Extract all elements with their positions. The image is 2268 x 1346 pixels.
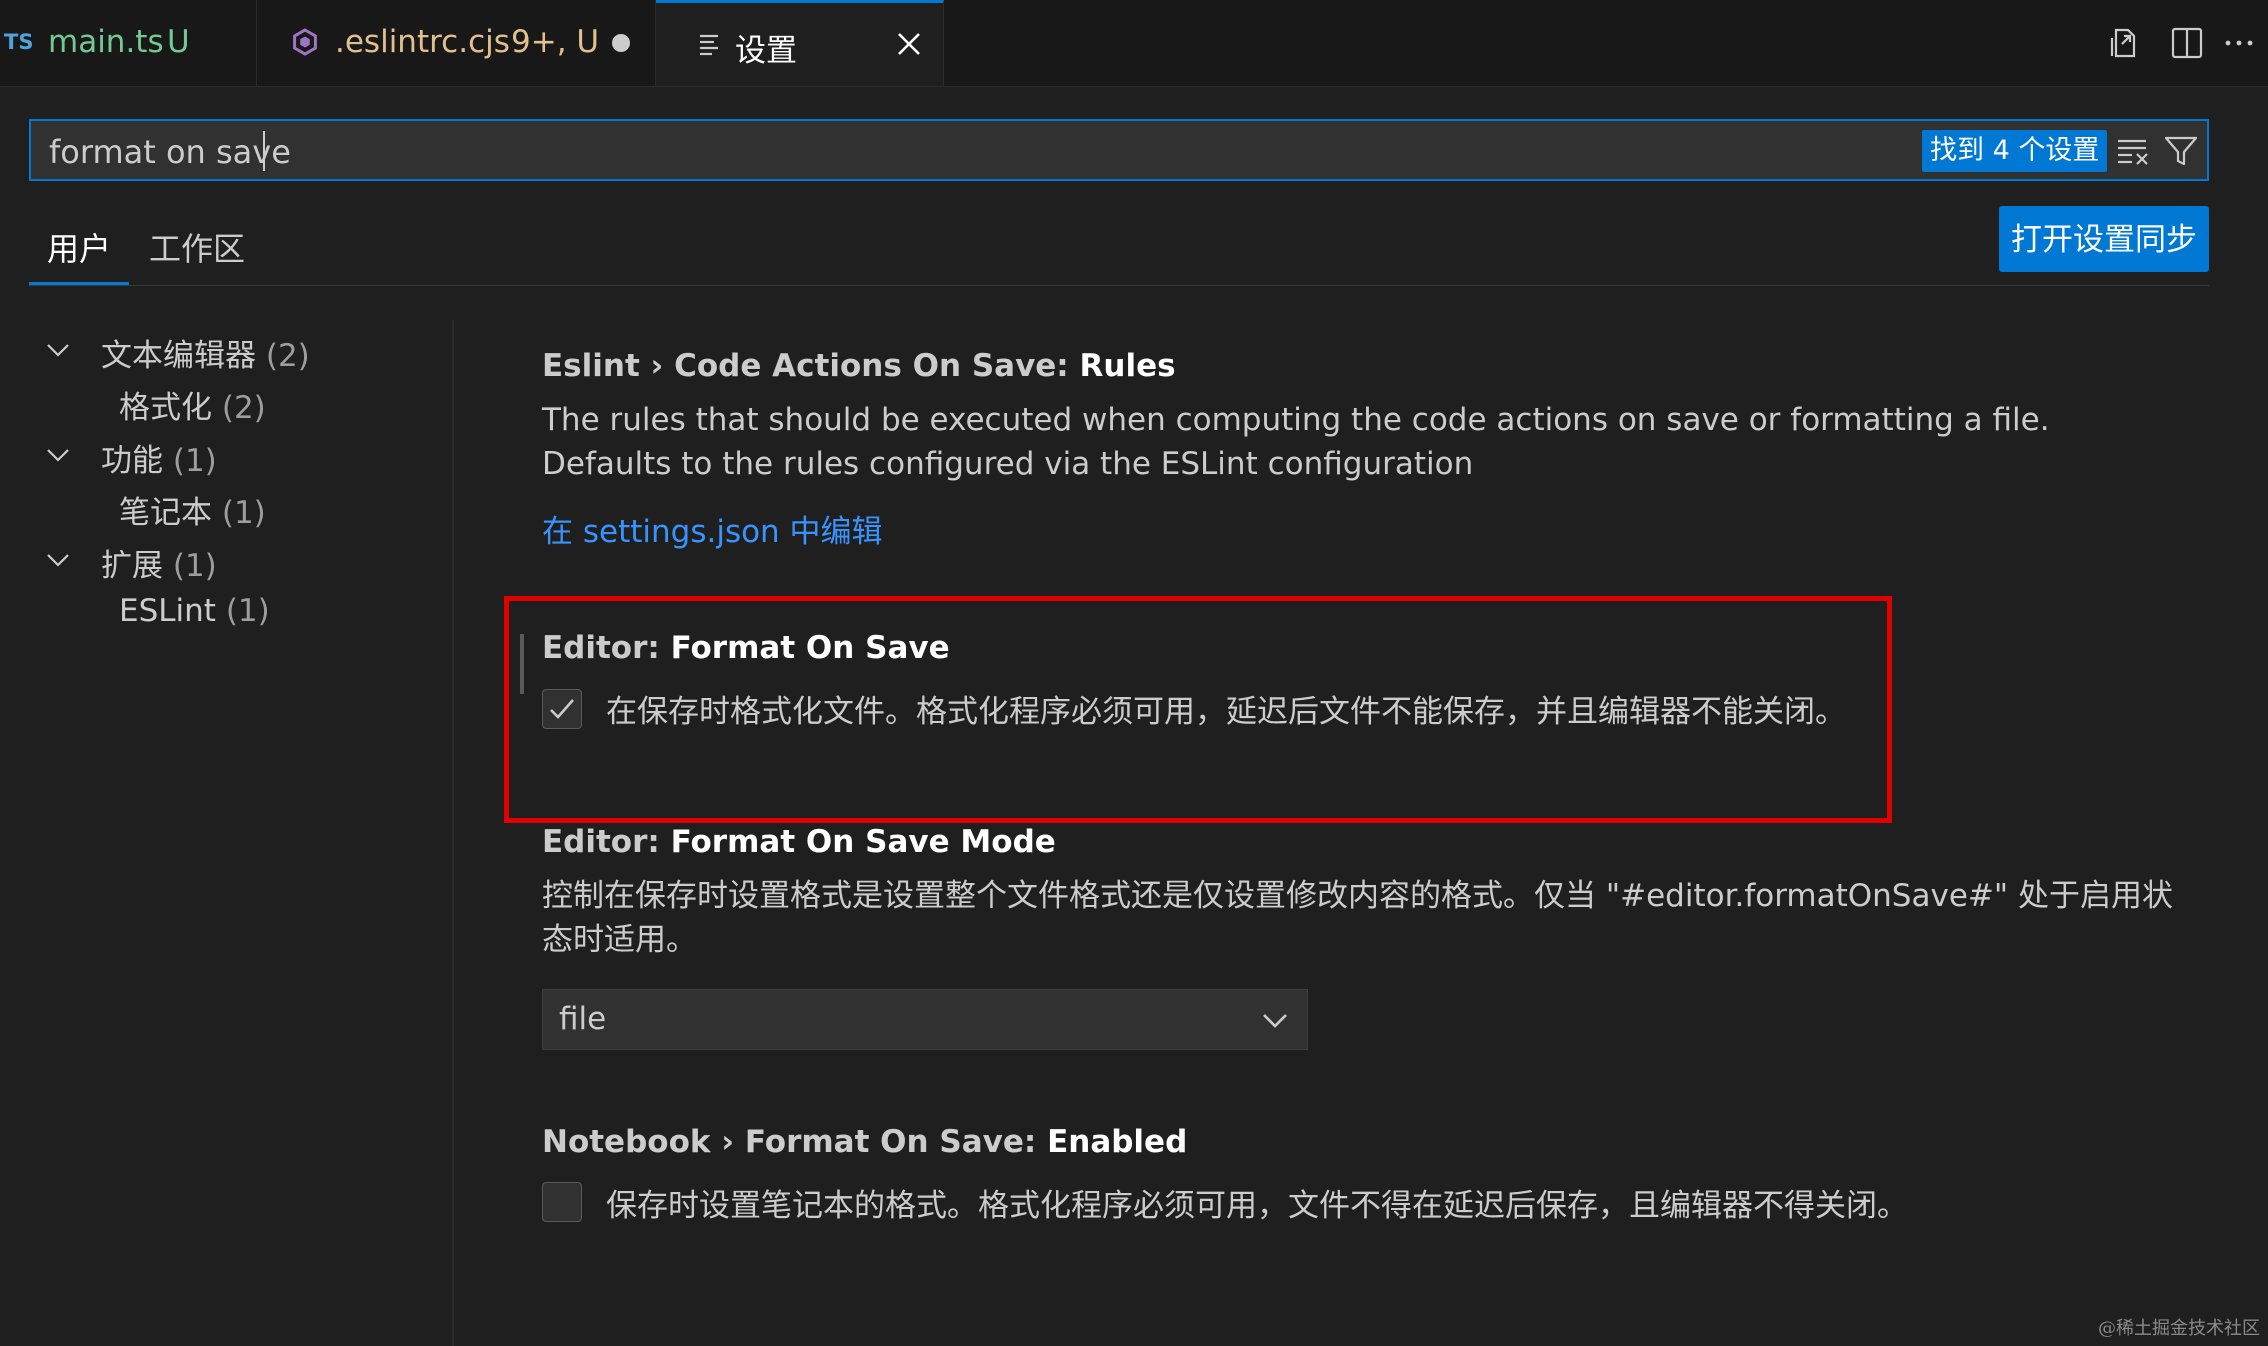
toc-count: (2) (221, 390, 266, 426)
editor-tab-bar: TS main.ts U .eslintrc.cjs 9+, U 设置 (0, 0, 2268, 87)
clear-filter-icon[interactable] (2116, 135, 2150, 167)
more-actions-icon[interactable] (2222, 26, 2256, 60)
toc-count: (1) (221, 495, 266, 531)
tab-label: .eslintrc.cjs (335, 24, 510, 60)
toc-count: (1) (225, 593, 270, 629)
typescript-icon: TS (4, 30, 34, 54)
active-tab-indicator (29, 282, 129, 285)
tab-settings[interactable]: 设置 (656, 0, 944, 86)
setting-category: Notebook › Format On Save: (542, 1124, 1048, 1160)
problem-count-badge: 9+, U (511, 24, 600, 60)
setting-title: Editor: Format On Save Mode (542, 824, 2182, 860)
split-editor-icon[interactable] (2170, 26, 2204, 60)
tab-main-ts[interactable]: TS main.ts U (0, 0, 257, 86)
toc-label: ESLint (119, 593, 216, 629)
setting-eslint-code-actions-rules: Eslint › Code Actions On Save: Rules The… (542, 348, 2182, 551)
setting-name: Enabled (1047, 1124, 1188, 1160)
eslint-icon (293, 28, 317, 56)
tab-workspace[interactable]: 工作区 (149, 224, 245, 270)
toc-divider[interactable] (452, 320, 454, 1346)
edit-in-settings-json-link[interactable]: 在 settings.json 中编辑 (542, 506, 2182, 551)
setting-category: Eslint › Code Actions On Save: (542, 348, 1080, 384)
setting-notebook-format-on-save: Notebook › Format On Save: Enabled (542, 1124, 1187, 1160)
chevron-down-icon (47, 344, 69, 357)
setting-description: 保存时设置笔记本的格式。格式化程序必须可用，文件不得在延迟后保存，且编辑器不得关… (606, 1188, 1908, 1224)
close-icon[interactable] (896, 31, 922, 57)
toc-label: 格式化 (119, 390, 212, 426)
results-count-badge: 找到 4 个设置 (1922, 130, 2108, 172)
toc-label: 扩展 (101, 548, 163, 584)
settings-scope-tabs: 用户 工作区 打开设置同步 (29, 200, 2209, 286)
toc-count: (1) (172, 443, 217, 479)
notebook-format-on-save-checkbox[interactable] (542, 1182, 582, 1222)
toc-count: (1) (172, 548, 217, 584)
chevron-down-icon (1263, 1014, 1287, 1028)
setting-name: Rules (1079, 348, 1176, 384)
tab-label: main.ts (48, 24, 164, 60)
filter-icon[interactable] (2163, 133, 2199, 169)
toc-label: 功能 (101, 443, 163, 479)
highlight-annotation-box (504, 596, 1892, 823)
watermark: @稀土掘金技术社区 (2098, 1318, 2260, 1339)
tab-eslintrc[interactable]: .eslintrc.cjs 9+, U (257, 0, 656, 86)
git-status-badge: U (167, 24, 190, 60)
settings-search-input[interactable] (47, 129, 1651, 175)
setting-name: Format On Save Mode (670, 824, 1056, 860)
open-settings-json-icon[interactable] (2108, 26, 2142, 60)
unsaved-dot-icon[interactable] (612, 34, 630, 52)
setting-editor-format-on-save-mode: Editor: Format On Save Mode 控制在保存时设置格式是设… (542, 824, 2182, 962)
turn-on-settings-sync-button[interactable]: 打开设置同步 (1999, 206, 2209, 272)
tab-user[interactable]: 用户 (47, 224, 111, 270)
setting-description: The rules that should be executed when c… (542, 402, 2050, 482)
tab-label: 设置 (735, 33, 797, 69)
select-value: file (559, 1001, 607, 1037)
settings-editor-window: TS main.ts U .eslintrc.cjs 9+, U 设置 form… (0, 0, 2268, 1346)
setting-category: Editor: (542, 824, 671, 860)
setting-description: 控制在保存时设置格式是设置整个文件格式还是仅设置修改内容的格式。仅当 "#edi… (542, 878, 2173, 958)
toc-label: 文本编辑器 (101, 338, 256, 374)
settings-search-box: 找到 4 个设置 (29, 119, 2209, 181)
text-caret (263, 131, 265, 171)
setting-title: Notebook › Format On Save: Enabled (542, 1124, 1187, 1160)
settings-list-icon (700, 34, 718, 56)
toc-label: 笔记本 (119, 495, 212, 531)
setting-title: Eslint › Code Actions On Save: Rules (542, 348, 2182, 384)
chevron-down-icon (47, 554, 69, 567)
format-on-save-mode-select[interactable]: file (542, 989, 1308, 1050)
toc-count: (2) (265, 338, 310, 374)
chevron-down-icon (47, 449, 69, 462)
